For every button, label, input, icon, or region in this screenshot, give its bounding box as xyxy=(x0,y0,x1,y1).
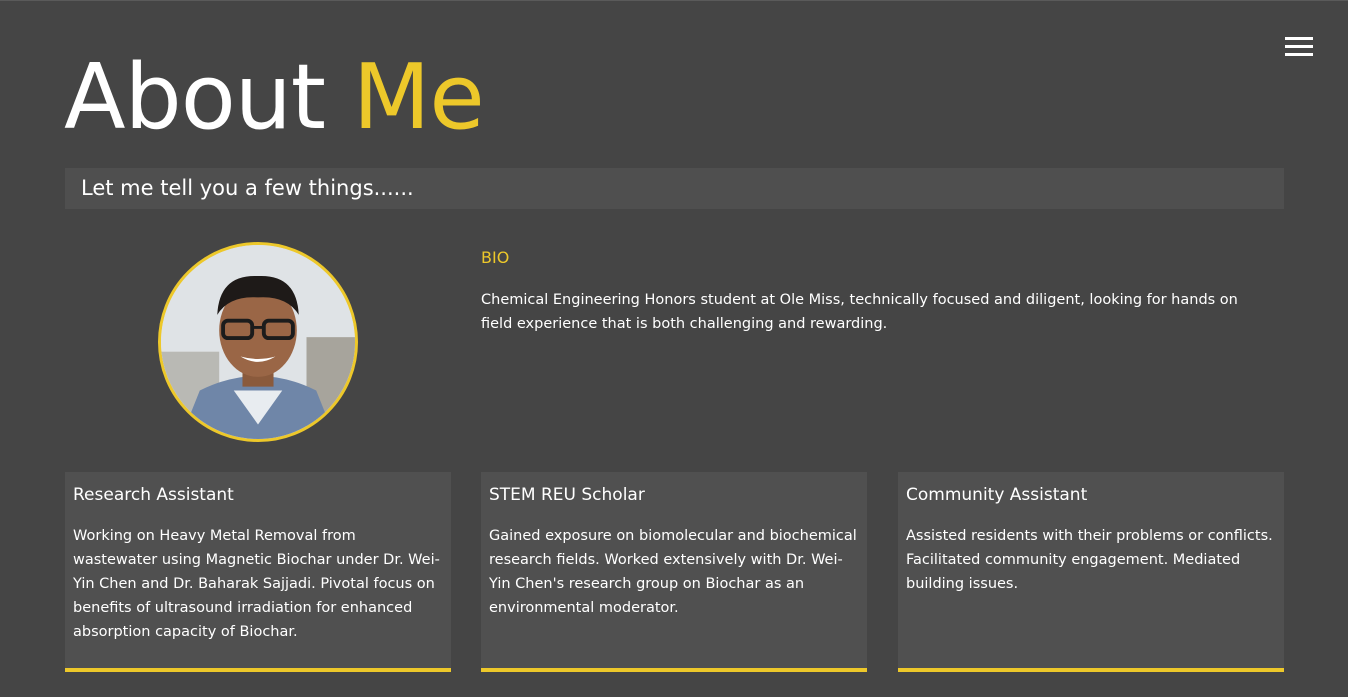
title-me: Me xyxy=(352,45,485,150)
card-research-assistant: Research Assistant Working on Heavy Meta… xyxy=(65,472,451,672)
profile-photo-image xyxy=(161,245,355,439)
card-stem-reu-scholar: STEM REU Scholar Gained exposure on biom… xyxy=(481,472,867,672)
card-text: Gained exposure on biomolecular and bioc… xyxy=(489,528,857,616)
about-page: About Me Let me tell you a few things...… xyxy=(0,0,1348,697)
card-title: Community Assistant xyxy=(906,485,1088,505)
card-title: Research Assistant xyxy=(73,485,234,505)
hamburger-menu-icon[interactable] xyxy=(1285,37,1313,57)
card-title: STEM REU Scholar xyxy=(489,485,645,505)
page-title: About Me xyxy=(64,53,485,143)
tagline-banner: Let me tell you a few things...... xyxy=(65,168,1284,209)
bio-heading: BIO xyxy=(481,248,510,267)
card-text: Working on Heavy Metal Removal from wast… xyxy=(73,528,440,640)
card-text: Assisted residents with their problems o… xyxy=(906,528,1273,592)
profile-photo xyxy=(158,242,358,442)
bio-text: Chemical Engineering Honors student at O… xyxy=(481,292,1238,332)
tagline-text: Let me tell you a few things...... xyxy=(81,176,414,200)
experience-cards: Research Assistant Working on Heavy Meta… xyxy=(65,472,1284,672)
title-about: About xyxy=(64,45,326,150)
card-community-assistant: Community Assistant Assisted residents w… xyxy=(898,472,1284,672)
